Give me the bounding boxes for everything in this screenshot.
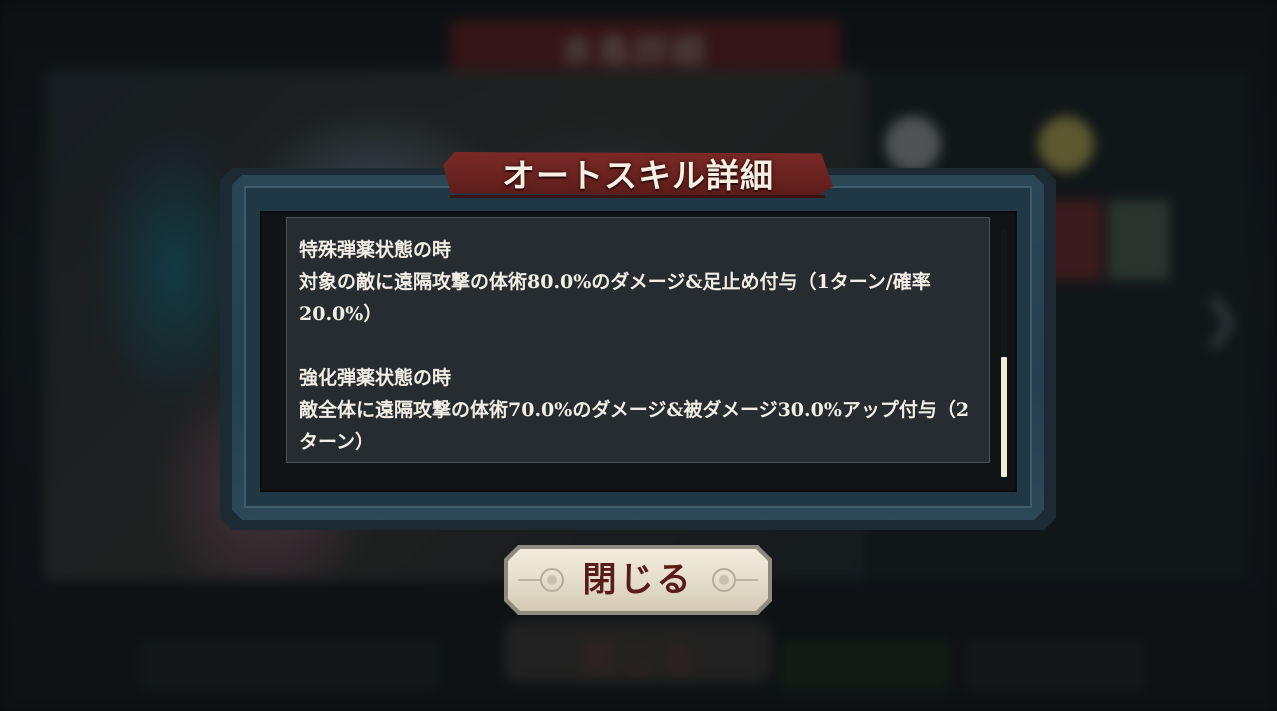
skill-effect-text: 対象の敵に遠隔攻撃の体術80.0%のダメージ&足止め付与（1ターン/確率20.0… xyxy=(299,271,931,325)
skill-condition-title: 特殊弾薬状態の時 xyxy=(299,239,452,261)
scrollbar-thumb[interactable] xyxy=(1001,357,1007,477)
skill-effect-text: 敵全体に遠隔攻撃の体術70.0%のダメージ&被ダメージ30.0%アップ付与（2タ… xyxy=(299,399,970,453)
dialog-title: オートスキル詳細 xyxy=(502,156,774,195)
skill-description-panel[interactable]: 特殊弾薬状態の時 対象の敵に遠隔攻撃の体術80.0%のダメージ&足止め付与（1タ… xyxy=(286,217,990,463)
close-button[interactable]: 閉じる xyxy=(504,545,772,615)
skill-section-special-ammo: 特殊弾薬状態の時 対象の敵に遠隔攻撃の体術80.0%のダメージ&足止め付与（1タ… xyxy=(299,234,979,330)
skill-section-enhanced-ammo: 強化弾薬状態の時 敵全体に遠隔攻撃の体術70.0%のダメージ&被ダメージ30.0… xyxy=(299,362,979,458)
skill-condition-title: 強化弾薬状態の時 xyxy=(299,367,452,389)
game-screen: 本島詳細 ❯ 閉じる 特殊弾薬状態の時 対象の敵に遠隔攻撃の体術80.0%のダメ… xyxy=(0,0,1277,711)
close-button-label: 閉じる xyxy=(582,560,694,600)
